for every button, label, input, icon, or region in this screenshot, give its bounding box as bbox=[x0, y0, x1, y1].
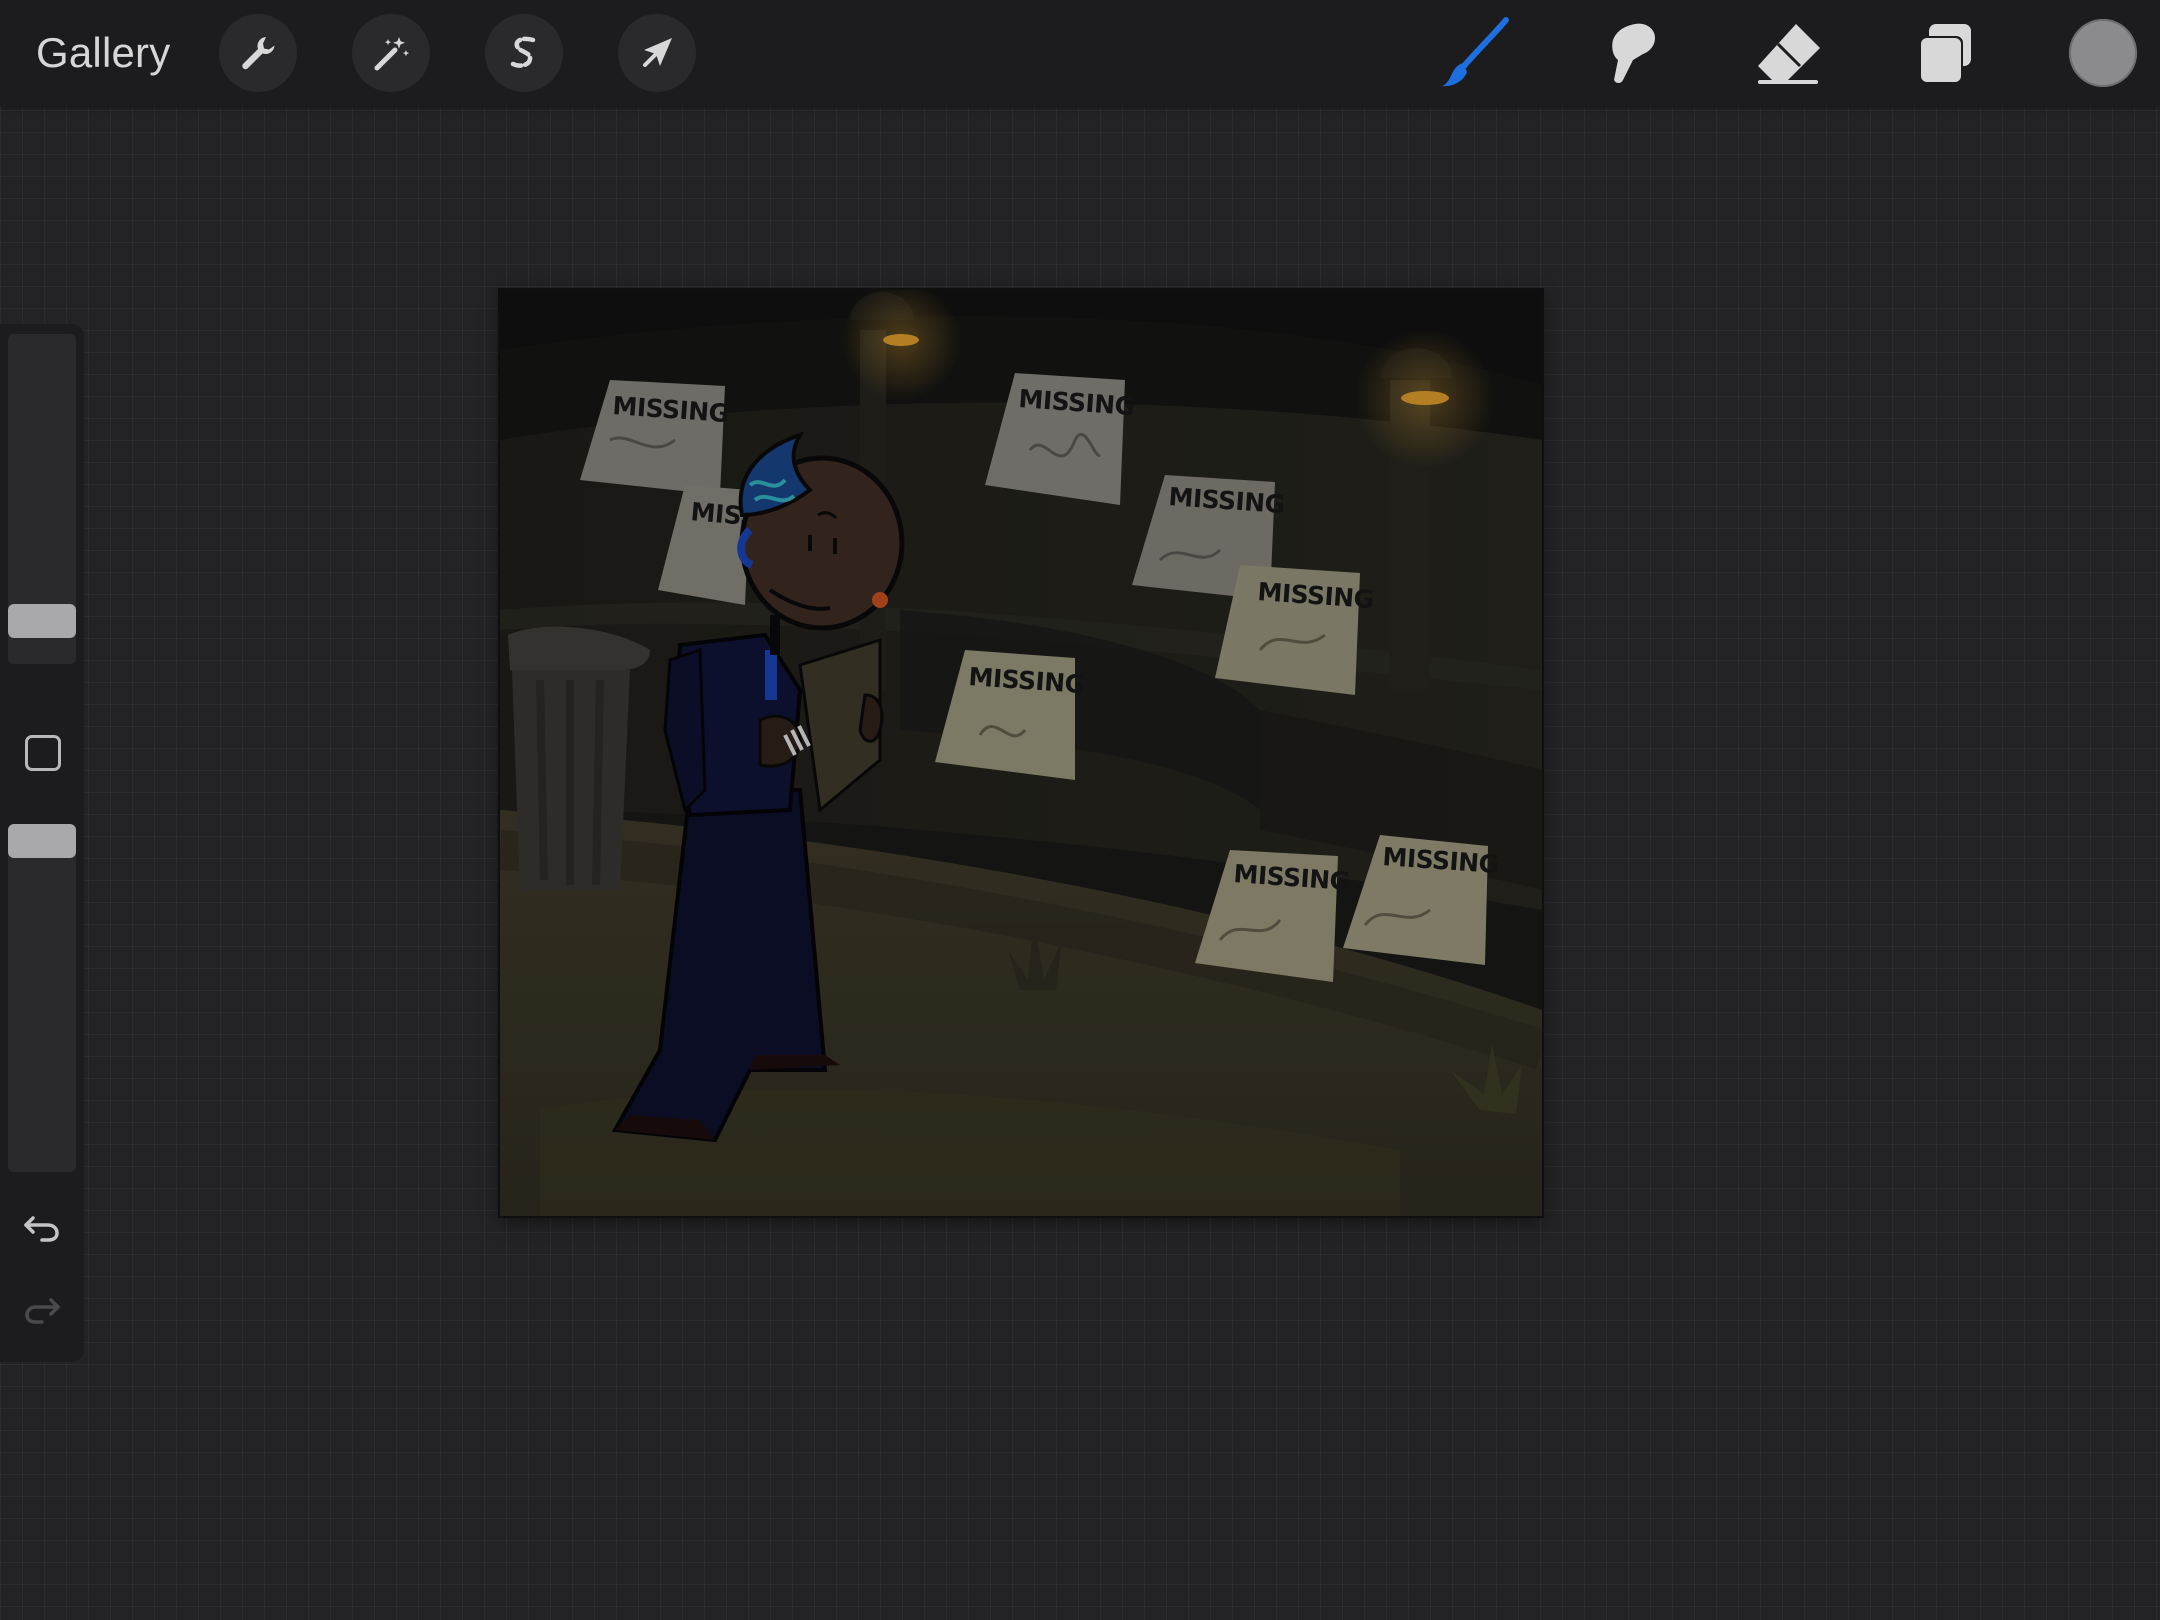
gallery-button[interactable]: Gallery bbox=[36, 28, 170, 78]
smudge-tool-button[interactable] bbox=[1589, 14, 1673, 94]
undo-icon bbox=[24, 1216, 59, 1242]
redo-icon bbox=[25, 1298, 60, 1324]
magic-wand-icon bbox=[374, 37, 410, 71]
canvas-artwork: MISSING MISS MISSING MISSING MISSING MIS… bbox=[500, 290, 1542, 1216]
layers-button[interactable] bbox=[1903, 14, 1987, 94]
brush-tool-button[interactable] bbox=[1432, 14, 1516, 94]
brush-size-slider[interactable] bbox=[8, 334, 76, 664]
modify-button[interactable] bbox=[22, 732, 62, 772]
layers-icon bbox=[1919, 24, 1971, 84]
transform-button[interactable] bbox=[618, 14, 696, 92]
brush-icon bbox=[1442, 17, 1509, 87]
adjustments-wand-button[interactable] bbox=[352, 14, 430, 92]
eraser-tool-button[interactable] bbox=[1746, 14, 1830, 94]
actions-wrench-button[interactable] bbox=[219, 14, 297, 92]
arrow-cursor-icon bbox=[643, 38, 672, 67]
selection-button[interactable] bbox=[485, 14, 563, 92]
drawing-canvas[interactable]: MISSING MISS MISSING MISSING MISSING MIS… bbox=[500, 290, 1542, 1216]
opacity-slider[interactable] bbox=[8, 824, 76, 1172]
smudge-icon bbox=[1612, 23, 1655, 83]
left-sidebar bbox=[0, 324, 84, 1362]
eraser-icon bbox=[1758, 24, 1820, 84]
opacity-thumb[interactable] bbox=[8, 824, 76, 858]
square-icon bbox=[25, 735, 61, 771]
selection-s-icon bbox=[510, 36, 536, 68]
top-toolbar: Gallery bbox=[0, 0, 2160, 106]
redo-button[interactable] bbox=[20, 1286, 64, 1330]
wrench-icon bbox=[242, 37, 275, 70]
undo-button[interactable] bbox=[20, 1204, 64, 1248]
color-picker-swatch[interactable] bbox=[2069, 19, 2137, 87]
procreate-workspace: Gallery MISSING MISS MISSING MISSING MIS… bbox=[0, 0, 2160, 1620]
brush-size-thumb[interactable] bbox=[8, 604, 76, 638]
